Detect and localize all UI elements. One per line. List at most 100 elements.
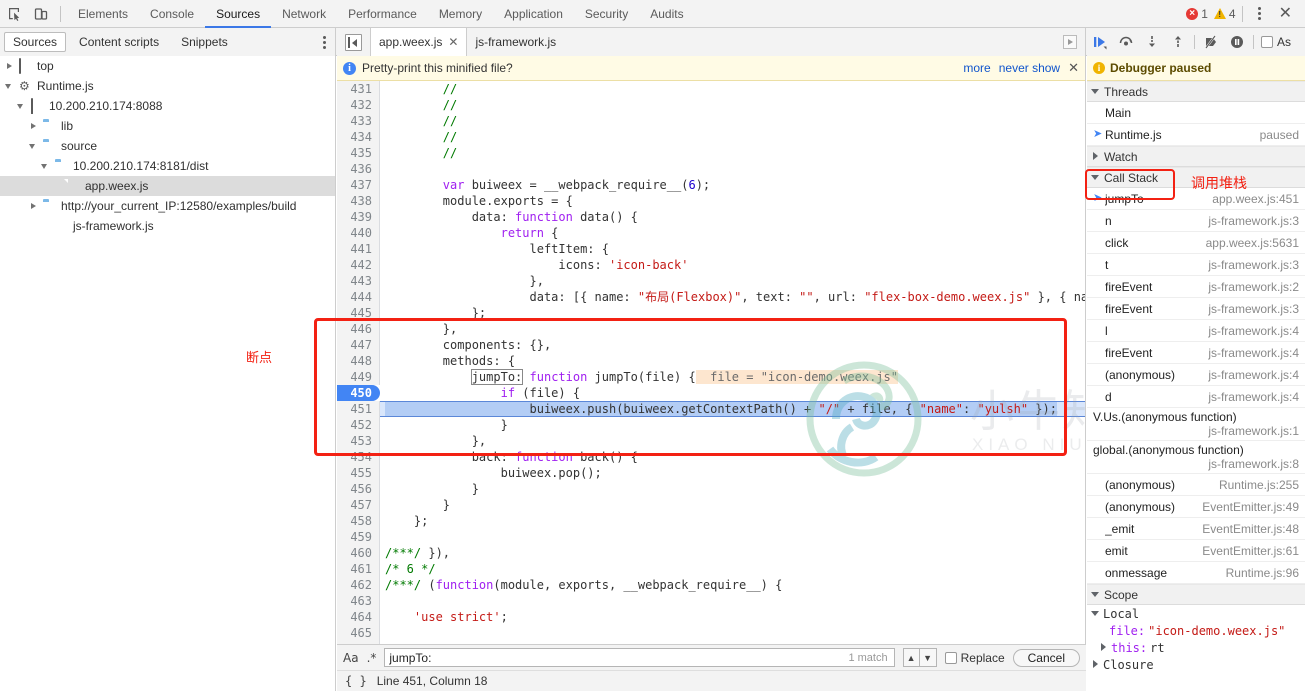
chevron-down-icon[interactable] [1091,609,1100,618]
tab-security[interactable]: Security [574,0,639,28]
code-line-text[interactable]: 'use strict'; [380,609,1085,625]
code-line[interactable]: 464 'use strict'; [337,609,1085,625]
code-line[interactable]: 460/***/ }), [337,545,1085,561]
async-checkbox-group[interactable]: As [1261,35,1291,49]
line-number-gutter[interactable]: 439 [337,209,380,225]
line-number-gutter[interactable]: 463 [337,593,380,609]
code-line-text[interactable]: /***/ (function(module, exports, __webpa… [380,577,1085,593]
code-line-text[interactable] [380,593,1085,609]
thread-item-runtime-js[interactable]: ➤ Runtime.js paused [1087,124,1305,146]
code-line[interactable]: 438 module.exports = { [337,193,1085,209]
close-icon[interactable]: ✕ [1068,60,1079,76]
line-number-gutter[interactable]: 433 [337,113,380,129]
line-number-gutter[interactable]: 449 [337,369,380,385]
code-line[interactable]: 452 } [337,417,1085,433]
code-line-text[interactable]: back: function back() { [380,449,1085,465]
collapse-sidebar-icon[interactable] [345,33,362,51]
call-stack-frame[interactable]: fireEvent js-framework.js:3 [1087,298,1305,320]
tree-item-top[interactable]: top [0,56,335,76]
scope-var-file[interactable]: file: "icon-demo.weex.js" [1087,622,1305,639]
call-stack-frame[interactable]: fireEvent js-framework.js:2 [1087,276,1305,298]
code-line-text[interactable]: // [380,145,1085,161]
code-line-text[interactable]: } [380,481,1085,497]
chevron-down-icon[interactable]: ▼ [919,648,937,667]
pretty-print-never-show-link[interactable]: never show [999,61,1060,75]
call-stack-frame[interactable]: (anonymous) js-framework.js:4 [1087,364,1305,386]
code-line-text[interactable]: // [380,81,1085,97]
code-line[interactable]: 436 [337,161,1085,177]
tree-item-host-8088[interactable]: 10.200.210.174:8088 [0,96,335,116]
tab-sources[interactable]: Sources [205,0,271,28]
scope-closure-header[interactable]: Closure [1087,656,1305,673]
chevron-right-icon[interactable] [1091,152,1100,161]
line-number-gutter[interactable]: 444 [337,289,380,305]
code-line-text[interactable]: components: {}, [380,337,1085,353]
chevron-right-icon[interactable] [28,121,39,132]
line-number-gutter[interactable]: 456 [337,481,380,497]
error-count-badge[interactable]: × 1 [1186,7,1208,21]
code-line[interactable]: 451 buiweex.push(buiweex.getContextPath(… [337,401,1085,417]
tree-item-app-weex-js[interactable]: app.weex.js [0,176,335,196]
code-line[interactable]: 458 }; [337,513,1085,529]
tab-console[interactable]: Console [139,0,205,28]
code-line-text[interactable]: /***/ }), [380,545,1085,561]
search-input-wrapper[interactable]: 1 match [384,648,895,667]
thread-item-main[interactable]: Main [1087,102,1305,124]
close-icon[interactable]: ✕ [448,28,458,56]
tree-item-js-framework-js[interactable]: js-framework.js [0,216,335,236]
line-number-gutter[interactable]: 454 [337,449,380,465]
line-number-gutter[interactable]: 440 [337,225,380,241]
file-navigator-tree[interactable]: top ⚙ Runtime.js 10.200.210.174:8088 lib… [0,56,336,691]
pretty-print-icon[interactable]: { } [345,674,367,688]
code-line-text[interactable]: }, [380,321,1085,337]
warning-count-badge[interactable]: 4 [1213,7,1236,21]
code-line-text[interactable]: buiweex.push(buiweex.getContextPath() + … [380,401,1085,417]
code-line[interactable]: 447 components: {}, [337,337,1085,353]
call-stack-frame[interactable]: onmessage Runtime.js:96 [1087,562,1305,584]
line-number-gutter[interactable]: 462 [337,577,380,593]
code-line-text[interactable] [380,529,1085,545]
deactivate-breakpoints-icon[interactable] [1198,29,1224,55]
line-number-gutter[interactable]: 441 [337,241,380,257]
chevron-right-icon[interactable] [4,61,15,72]
section-scope[interactable]: Scope [1087,584,1305,605]
chevron-down-icon[interactable] [4,81,15,92]
section-watch[interactable]: Watch [1087,146,1305,167]
code-line[interactable]: 432 // [337,97,1085,113]
code-line[interactable]: 453 }, [337,433,1085,449]
code-line-text[interactable]: data: function data() { [380,209,1085,225]
call-stack-frame[interactable]: (anonymous) EventEmitter.js:49 [1087,496,1305,518]
line-number-gutter[interactable]: 461 [337,561,380,577]
call-stack-frame[interactable]: fireEvent js-framework.js:4 [1087,342,1305,364]
chevron-down-icon[interactable] [1091,590,1100,599]
code-viewport[interactable]: 431 //432 //433 //434 //435 //436 437 va… [337,81,1085,691]
code-lines[interactable]: 431 //432 //433 //434 //435 //436 437 va… [337,81,1085,691]
line-number-gutter[interactable]: 450 [337,385,380,401]
line-number-gutter[interactable]: 432 [337,97,380,113]
nav-tab-sources[interactable]: Sources [4,32,67,52]
code-line[interactable]: 454 back: function back() { [337,449,1085,465]
code-line-text[interactable]: /* 6 */ [380,561,1085,577]
code-line-text[interactable]: }, [380,433,1085,449]
code-line[interactable]: 446 }, [337,321,1085,337]
tree-item-examples-build[interactable]: http://your_current_IP:12580/examples/bu… [0,196,335,216]
code-line[interactable]: 442 icons: 'icon-back' [337,257,1085,273]
code-line[interactable]: 444 data: [{ name: "布局(Flexbox)", text: … [337,289,1085,305]
code-line-text[interactable]: methods: { [380,353,1085,369]
code-line-text[interactable]: leftItem: { [380,241,1085,257]
code-line[interactable]: 440 return { [337,225,1085,241]
line-number-gutter[interactable]: 442 [337,257,380,273]
tab-elements[interactable]: Elements [67,0,139,28]
code-line[interactable]: 435 // [337,145,1085,161]
tab-memory[interactable]: Memory [428,0,493,28]
code-line-text[interactable]: data: [{ name: "布局(Flexbox)", text: "", … [380,289,1085,305]
chevron-up-icon[interactable]: ▲ [902,648,920,667]
close-icon[interactable]: ✕ [1270,5,1301,22]
code-line[interactable]: 441 leftItem: { [337,241,1085,257]
line-number-gutter[interactable]: 447 [337,337,380,353]
match-case-icon[interactable]: Aa [343,651,359,665]
code-line[interactable]: 448 methods: { [337,353,1085,369]
code-line-text[interactable] [380,625,1085,641]
chevron-right-icon[interactable] [28,201,39,212]
call-stack-frame[interactable]: l js-framework.js:4 [1087,320,1305,342]
